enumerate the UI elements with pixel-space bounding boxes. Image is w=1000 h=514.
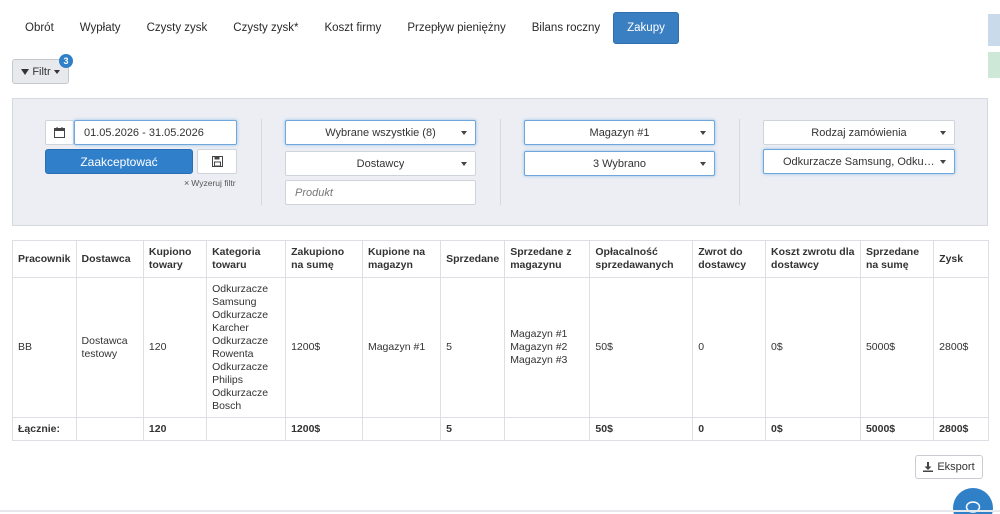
chevron-down-icon [700, 131, 706, 135]
tab-przeplyw-pieniezny[interactable]: Przepływ pieniężny [394, 12, 518, 44]
column-header[interactable]: Kupiono towary [142, 240, 208, 278]
filter-count-badge: 3 [59, 54, 73, 68]
table-cell: 5000$ [859, 277, 935, 418]
table-cell: 50$ [589, 277, 694, 418]
warehouse-value: Magazyn #1 [589, 126, 650, 139]
totals-cell: 50$ [589, 417, 694, 441]
totals-cell: Łącznie: [12, 417, 77, 441]
totals-cell: 0$ [765, 417, 861, 441]
totals-cell [206, 417, 287, 441]
clear-filter-label: Wyzeruj filtr [191, 178, 236, 188]
order-type-value: Rodzaj zamówienia [811, 126, 907, 139]
table-cell: Magazyn #1 Magazyn #2 Magazyn #3 [504, 277, 591, 418]
categories-dropdown[interactable]: Odkurzacze Samsung, Odkurzacze Karcher [763, 149, 955, 174]
column-header[interactable]: Koszt zwrotu dla dostawcy [765, 240, 861, 278]
table-cell: BB [12, 277, 77, 418]
table-cell: 0 [692, 277, 767, 418]
categories-value: Odkurzacze Samsung, Odkurzacze Karcher [783, 155, 935, 168]
divider [739, 119, 740, 205]
export-label: Eksport [937, 461, 975, 473]
close-icon: × [184, 177, 190, 188]
table-cell: 120 [142, 277, 208, 418]
column-header[interactable]: Sprzedane z magazynu [504, 240, 591, 278]
suppliers-dropdown[interactable]: Dostawcy [285, 151, 476, 176]
column-header[interactable]: Zwrot do dostawcy [692, 240, 767, 278]
save-filter-button[interactable] [197, 149, 237, 174]
calendar-icon [54, 127, 65, 138]
table-cell: 5 [440, 277, 506, 418]
chevron-down-icon [700, 162, 706, 166]
order-type-dropdown[interactable]: Rodzaj zamówienia [763, 120, 955, 145]
column-header[interactable]: Kupione na magazyn [361, 240, 442, 278]
report-tabs: Obrót Wypłaty Czysty zysk Czysty zysk* K… [12, 12, 679, 44]
column-header[interactable]: Zakupiono na sumę [285, 240, 363, 278]
selected-items-dropdown[interactable]: 3 Wybrano [524, 151, 715, 176]
clear-filter-link[interactable]: × Wyzeruj filtr [184, 178, 236, 188]
tab-obrot[interactable]: Obrót [12, 12, 67, 44]
chevron-down-icon [461, 162, 467, 166]
table-cell: Magazyn #1 [361, 277, 442, 418]
accept-button[interactable]: Zaakceptować [45, 149, 193, 174]
column-header[interactable]: Opłacalność sprzedawanych [589, 240, 694, 278]
totals-cell [361, 417, 442, 441]
column-header[interactable]: Kategoria towaru [206, 240, 287, 278]
table-cell: 0$ [765, 277, 861, 418]
funnel-icon [21, 68, 30, 75]
calendar-button[interactable] [45, 120, 74, 145]
table-row: BB Dostawca testowy 120 Odkurzacze Samsu… [12, 277, 989, 418]
tab-zakupy[interactable]: Zakupy [613, 12, 679, 44]
column-header[interactable]: Sprzedane [440, 240, 506, 278]
chevron-down-icon [940, 131, 946, 135]
totals-row: Łącznie: 120 1200$ 5 50$ 0 0$ 5000$ 2800… [12, 417, 989, 441]
divider [261, 119, 262, 205]
date-range-input[interactable]: 01.05.2026 - 31.05.2026 [74, 120, 237, 145]
suppliers-value: Dostawcy [356, 157, 405, 170]
totals-cell [75, 417, 144, 441]
tab-koszt-firmy[interactable]: Koszt firmy [311, 12, 394, 44]
tab-bilans-roczny[interactable]: Bilans roczny [519, 12, 613, 44]
selection-all-value: Wybrane wszystkie (8) [325, 126, 436, 139]
totals-cell [504, 417, 591, 441]
column-header[interactable]: Zysk [933, 240, 989, 278]
column-header[interactable]: Sprzedane na sumę [859, 240, 935, 278]
side-widget-tab-secondary[interactable] [988, 52, 1000, 78]
purchases-table: Pracownik Dostawca Kupiono towary Katego… [12, 240, 989, 441]
table-cell: 2800$ [933, 277, 989, 418]
footer-divider [0, 510, 1000, 512]
table-cell: 1200$ [285, 277, 363, 418]
column-header[interactable]: Dostawca [75, 240, 144, 278]
chat-icon [965, 501, 981, 513]
column-header[interactable]: Pracownik [12, 240, 77, 278]
product-placeholder: Produkt [295, 186, 333, 199]
date-range-value: 01.05.2026 - 31.05.2026 [84, 126, 204, 139]
tab-wyplaty[interactable]: Wypłaty [67, 12, 134, 44]
warehouse-dropdown[interactable]: Magazyn #1 [524, 120, 715, 145]
totals-cell: 5000$ [859, 417, 935, 441]
save-icon [211, 156, 223, 167]
chevron-down-icon [53, 69, 60, 74]
table-cell: Odkurzacze Samsung Odkurzacze Karcher Od… [206, 277, 287, 418]
totals-cell: 120 [142, 417, 208, 441]
download-icon [923, 462, 934, 472]
table-cell: Dostawca testowy [75, 277, 144, 418]
table-header-row: Pracownik Dostawca Kupiono towary Katego… [12, 240, 989, 278]
side-widget-tab[interactable] [988, 14, 1000, 46]
product-input[interactable]: Produkt [285, 180, 476, 205]
totals-cell: 0 [692, 417, 767, 441]
tab-czysty-zysk-star[interactable]: Czysty zysk* [220, 12, 311, 44]
filter-panel: 01.05.2026 - 31.05.2026 Zaakceptować × W… [12, 98, 988, 226]
divider [500, 119, 501, 205]
selected-items-value: 3 Wybrano [592, 157, 647, 170]
chevron-down-icon [940, 160, 946, 164]
chevron-down-icon [461, 131, 467, 135]
totals-cell: 1200$ [285, 417, 363, 441]
totals-cell: 2800$ [933, 417, 989, 441]
export-button[interactable]: Eksport [915, 455, 983, 479]
tab-czysty-zysk[interactable]: Czysty zysk [134, 12, 221, 44]
selection-all-dropdown[interactable]: Wybrane wszystkie (8) [285, 120, 476, 145]
totals-cell: 5 [440, 417, 506, 441]
filter-button-label: Filtr [32, 65, 51, 78]
